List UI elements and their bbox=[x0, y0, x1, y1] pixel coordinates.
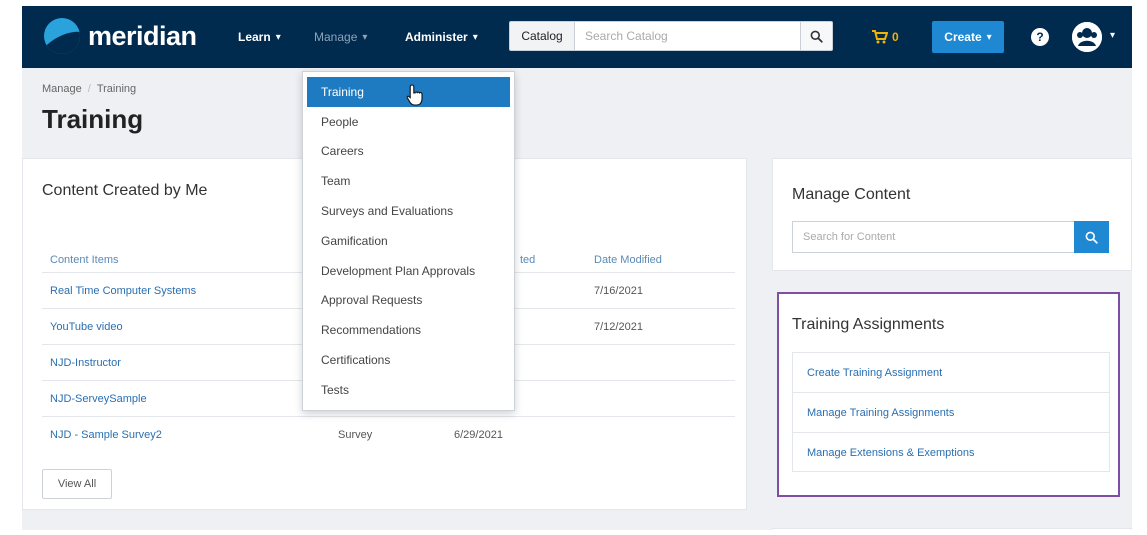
table-row-name[interactable]: NJD - Sample Survey2 bbox=[50, 429, 162, 441]
col-header-date-modified[interactable]: Date Modified bbox=[594, 254, 662, 266]
search-icon bbox=[1085, 231, 1098, 244]
menu-item-certifications[interactable]: Certifications bbox=[303, 345, 514, 375]
table-row-name[interactable]: YouTube video bbox=[50, 321, 123, 333]
create-label: Create bbox=[944, 30, 982, 44]
meridian-logo[interactable]: meridian bbox=[44, 16, 197, 56]
avatar-graphic bbox=[1072, 22, 1102, 52]
training-assignments-list: Create Training Assignment Manage Traini… bbox=[792, 352, 1110, 472]
menu-item-approval-requests[interactable]: Approval Requests bbox=[303, 286, 514, 316]
table-row-name[interactable]: NJD-Instructor bbox=[50, 357, 121, 369]
col-header-content-items[interactable]: Content Items bbox=[50, 254, 118, 266]
page-title: Training bbox=[42, 104, 144, 134]
training-assignments-title: Training Assignments bbox=[792, 316, 945, 333]
manage-extensions-exemptions-link[interactable]: Manage Extensions & Exemptions bbox=[793, 433, 1109, 473]
table-row-name[interactable]: Real Time Computer Systems bbox=[50, 285, 196, 297]
app-frame: meridian Learn ▾ Manage ▾ Administer ▾ C… bbox=[22, 6, 1132, 530]
logo-text: meridian bbox=[88, 20, 197, 51]
cart-button[interactable]: 0 bbox=[872, 28, 899, 46]
table-row-created: 6/29/2021 bbox=[454, 429, 503, 441]
menu-item-careers[interactable]: Careers bbox=[303, 137, 514, 167]
menu-item-surveys-evaluations[interactable]: Surveys and Evaluations bbox=[303, 196, 514, 226]
chevron-down-icon: ▾ bbox=[275, 31, 281, 43]
content-search-button[interactable] bbox=[1074, 221, 1109, 253]
breadcrumb-separator: / bbox=[87, 83, 91, 95]
catalog-button[interactable]: Catalog bbox=[509, 21, 575, 51]
top-navbar: meridian Learn ▾ Manage ▾ Administer ▾ C… bbox=[22, 6, 1132, 68]
create-button[interactable]: Create ▾ bbox=[932, 21, 1004, 53]
content-search-input[interactable] bbox=[792, 221, 1074, 253]
manage-training-assignments-link[interactable]: Manage Training Assignments bbox=[793, 393, 1109, 433]
breadcrumb-training: Training bbox=[96, 83, 137, 95]
table-row-type: Survey bbox=[338, 429, 373, 441]
manage-content-title: Manage Content bbox=[792, 186, 911, 203]
table-divider bbox=[42, 416, 735, 417]
breadcrumb: Manage / Training bbox=[42, 83, 136, 95]
menu-item-tests[interactable]: Tests bbox=[303, 375, 514, 405]
avatar-icon[interactable] bbox=[1072, 22, 1102, 52]
chevron-down-icon[interactable]: ▾ bbox=[1110, 30, 1115, 41]
cart-icon bbox=[872, 30, 888, 44]
nav-administer-label: Administer bbox=[405, 30, 468, 44]
help-icon[interactable]: ? bbox=[1031, 28, 1049, 46]
menu-item-gamification[interactable]: Gamification bbox=[303, 226, 514, 256]
catalog-search-input[interactable] bbox=[575, 21, 801, 51]
chevron-down-icon: ▾ bbox=[472, 31, 478, 43]
catalog-search-group: Catalog bbox=[509, 21, 865, 51]
breadcrumb-manage[interactable]: Manage bbox=[42, 83, 82, 95]
nav-manage-menu[interactable]: Manage ▾ bbox=[314, 6, 367, 68]
nav-administer-menu[interactable]: Administer ▾ bbox=[405, 6, 478, 68]
card-below bbox=[772, 528, 1132, 530]
cart-count: 0 bbox=[892, 30, 899, 44]
manage-content-card bbox=[772, 158, 1132, 271]
manage-dropdown-menu: Training People Careers Team Surveys and… bbox=[302, 71, 515, 411]
logo-mark-icon bbox=[44, 18, 80, 54]
menu-item-team[interactable]: Team bbox=[303, 166, 514, 196]
hand-cursor-icon bbox=[406, 84, 423, 106]
menu-item-development-plan-approvals[interactable]: Development Plan Approvals bbox=[303, 256, 514, 286]
nav-manage-label: Manage bbox=[314, 30, 358, 44]
content-created-title: Content Created by Me bbox=[42, 182, 208, 199]
chevron-down-icon: ▾ bbox=[362, 31, 368, 43]
nav-learn-label: Learn bbox=[238, 30, 271, 44]
table-row-name[interactable]: NJD-ServeySample bbox=[50, 393, 147, 405]
catalog-search-button[interactable] bbox=[801, 21, 833, 51]
table-row-modified: 7/16/2021 bbox=[594, 285, 643, 297]
table-row-modified: 7/12/2021 bbox=[594, 321, 643, 333]
create-training-assignment-link[interactable]: Create Training Assignment bbox=[793, 353, 1109, 393]
view-all-button[interactable]: View All bbox=[42, 469, 112, 499]
menu-item-recommendations[interactable]: Recommendations bbox=[303, 315, 514, 345]
menu-item-people[interactable]: People bbox=[303, 107, 514, 137]
search-icon bbox=[810, 30, 823, 43]
col-header-date-created[interactable]: ted bbox=[520, 254, 535, 266]
nav-learn-menu[interactable]: Learn ▾ bbox=[238, 6, 281, 68]
chevron-down-icon: ▾ bbox=[986, 31, 992, 43]
